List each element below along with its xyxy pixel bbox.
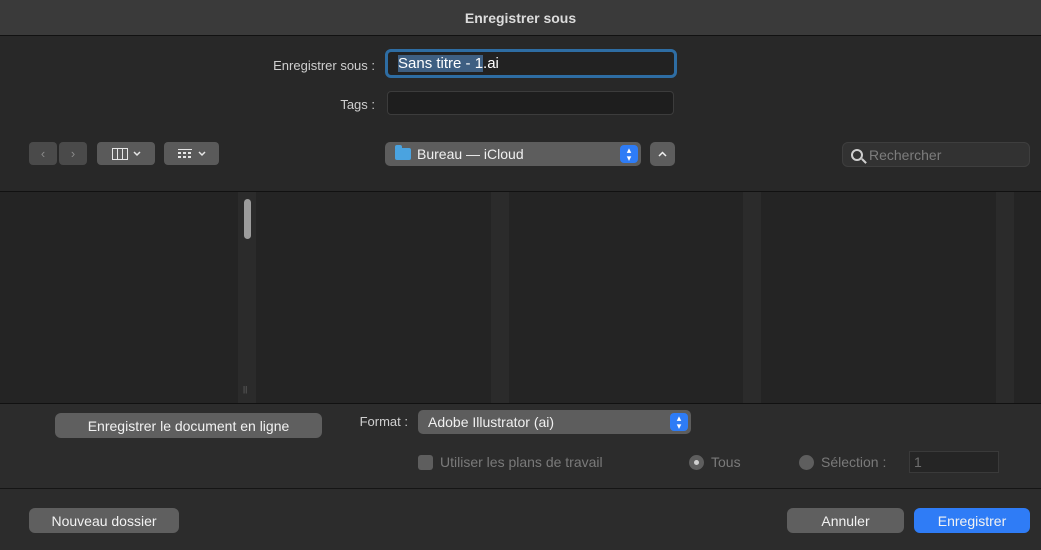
selection-field[interactable]: 1	[909, 451, 999, 473]
save-online-button[interactable]: Enregistrer le document en ligne	[55, 413, 322, 438]
forward-button[interactable]: ›	[59, 142, 87, 165]
save-button[interactable]: Enregistrer	[914, 508, 1030, 533]
group-button[interactable]	[164, 142, 219, 165]
chevron-up-icon	[658, 151, 667, 157]
collapse-button[interactable]	[650, 142, 675, 166]
column-resize-handle[interactable]: ||	[243, 385, 247, 394]
cancel-button[interactable]: Annuler	[787, 508, 904, 533]
use-artboards-checkbox[interactable]	[418, 454, 433, 470]
format-value: Adobe Illustrator (ai)	[428, 414, 555, 430]
filename-extension: .ai	[483, 55, 499, 72]
search-field[interactable]: Rechercher	[842, 142, 1030, 167]
tags-label: Tags :	[340, 97, 375, 112]
column-divider[interactable]	[996, 192, 1014, 404]
use-artboards-option[interactable]: Utiliser les plans de travail	[418, 452, 603, 472]
save-as-label: Enregistrer sous :	[273, 58, 375, 73]
window-title: Enregistrer sous	[464, 9, 577, 26]
back-chevron-icon: ‹	[40, 146, 46, 161]
column-divider[interactable]	[743, 192, 761, 404]
location-label: Bureau — iCloud	[417, 146, 524, 162]
location-popup[interactable]: Bureau — iCloud ▴ ▾	[385, 142, 641, 166]
selection-value: 1	[914, 454, 922, 470]
back-button[interactable]: ‹	[29, 142, 57, 165]
stepper-icon: ▴ ▾	[620, 145, 638, 163]
stepper-icon: ▴ ▾	[670, 413, 688, 431]
titlebar: Enregistrer sous	[0, 0, 1041, 36]
filename-field[interactable]: Sans titre - 1.ai	[385, 49, 677, 78]
column-view-icon	[111, 147, 128, 160]
filename-selected-text: Sans titre - 1	[398, 55, 484, 72]
selection-option[interactable]: Sélection :	[799, 452, 886, 472]
scrollbar-thumb[interactable]	[244, 199, 251, 239]
selection-radio[interactable]	[799, 454, 814, 470]
view-mode-button[interactable]	[97, 142, 155, 165]
file-browser[interactable]: ||	[0, 191, 1041, 404]
selection-label: Sélection :	[821, 454, 887, 470]
chevron-down-icon	[198, 150, 206, 156]
forward-chevron-icon: ›	[70, 146, 76, 161]
divider	[0, 488, 1041, 489]
group-icon	[178, 148, 192, 158]
chevron-down-icon	[132, 150, 141, 156]
format-select[interactable]: Adobe Illustrator (ai) ▴ ▾	[418, 410, 691, 434]
all-label: Tous	[711, 454, 741, 470]
all-radio[interactable]	[689, 454, 704, 470]
format-label: Format :	[359, 414, 408, 429]
use-artboards-label: Utiliser les plans de travail	[440, 454, 603, 470]
column-divider[interactable]	[491, 192, 509, 404]
all-option[interactable]: Tous	[689, 452, 741, 472]
nav-buttons: ‹ ›	[29, 142, 87, 165]
folder-icon	[395, 145, 411, 160]
search-placeholder: Rechercher	[869, 146, 942, 163]
new-folder-button[interactable]: Nouveau dossier	[29, 508, 179, 533]
tags-field[interactable]	[387, 91, 674, 115]
search-icon	[851, 148, 863, 161]
